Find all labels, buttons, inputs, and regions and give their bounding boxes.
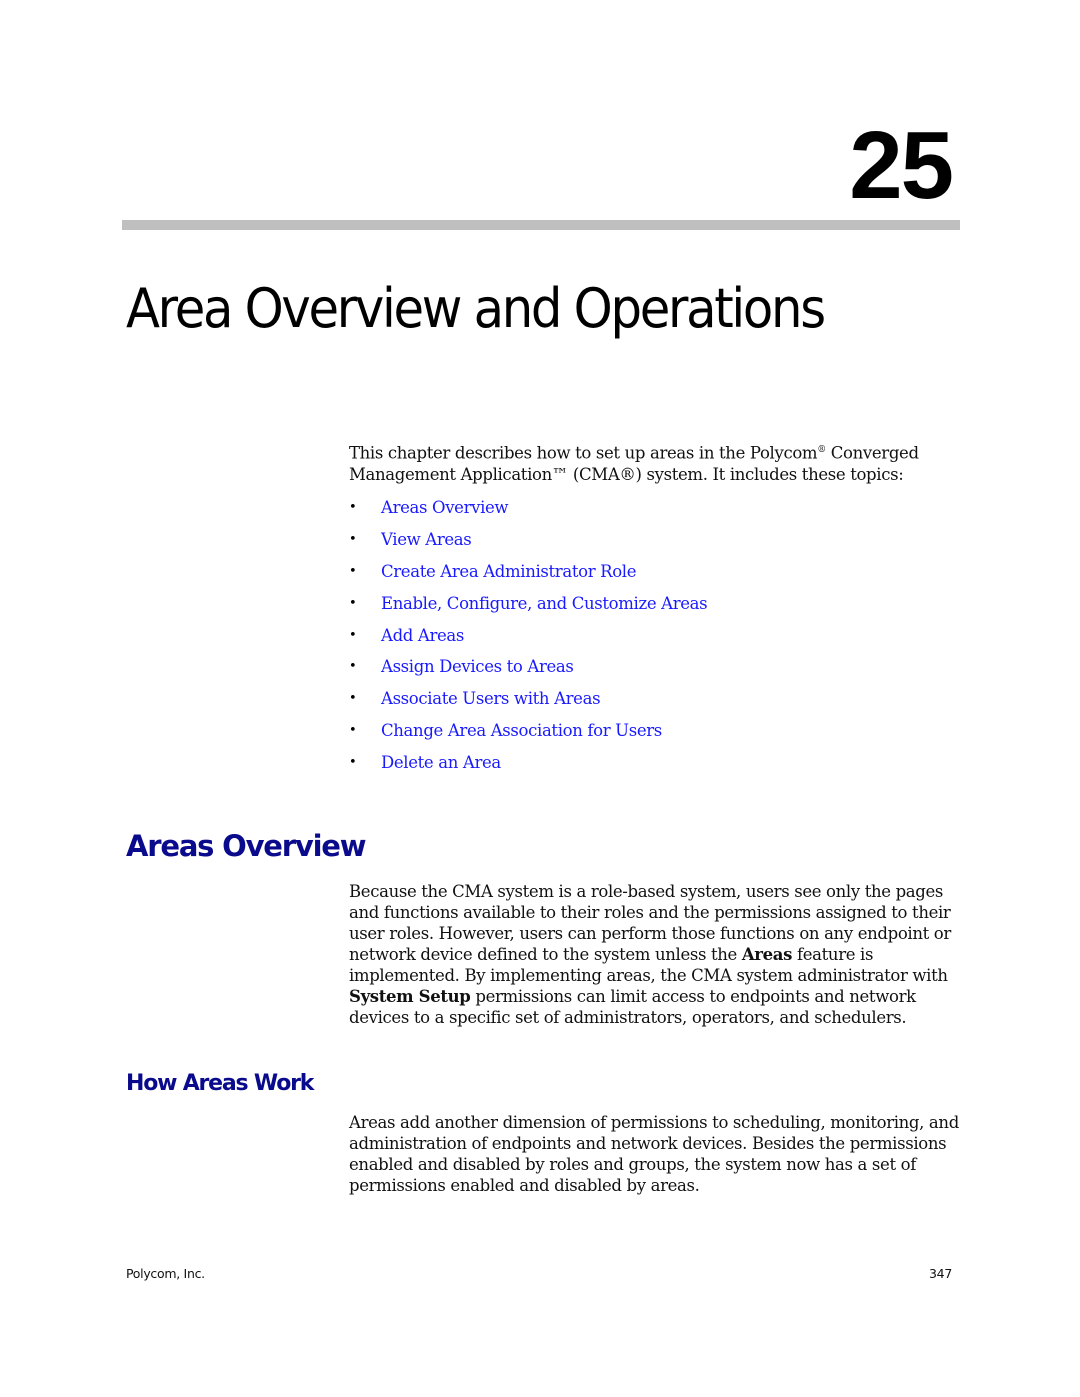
topic-link-areas-overview[interactable]: Areas Overview xyxy=(381,498,509,517)
footer-company: Polycom, Inc. xyxy=(126,1266,205,1281)
bullet-icon: • xyxy=(349,627,357,643)
how-areas-work-paragraph: Areas add another dimension of permissio… xyxy=(349,1112,959,1196)
how-areas-work-text: Areas add another dimension of permissio… xyxy=(349,1113,959,1195)
topic-link-create-area-admin-role[interactable]: Create Area Administrator Role xyxy=(381,562,636,581)
bullet-icon: • xyxy=(349,500,357,516)
topic-link-assign-devices[interactable]: Assign Devices to Areas xyxy=(381,657,574,676)
registered-mark: ® xyxy=(817,445,826,455)
areas-overview-paragraph: Because the CMA system is a role-based s… xyxy=(349,881,959,1028)
bold-term-areas: Areas xyxy=(741,945,793,964)
bullet-icon: • xyxy=(349,754,357,770)
topic-link-add-areas[interactable]: Add Areas xyxy=(381,626,464,645)
topic-item: • Enable, Configure, and Customize Areas xyxy=(349,587,708,619)
topic-link-view-areas[interactable]: View Areas xyxy=(381,530,472,549)
topic-item: • Associate Users with Areas xyxy=(349,683,707,715)
topic-item: • Assign Devices to Areas xyxy=(349,651,707,683)
footer-page-number: 347 xyxy=(929,1266,952,1281)
bullet-icon: • xyxy=(349,595,357,611)
topic-item: • Change Area Association for Users xyxy=(349,715,707,747)
topic-item: • View Areas xyxy=(349,524,707,556)
bullet-icon: • xyxy=(349,722,357,738)
chapter-number: 25 xyxy=(849,112,954,219)
bullet-icon: • xyxy=(349,659,357,675)
chapter-rule-divider xyxy=(122,220,960,230)
topic-item: • Delete an Area xyxy=(349,746,707,778)
chapter-title: Area Overview and Operations xyxy=(126,277,826,341)
intro-text-part1: This chapter describes how to set up are… xyxy=(349,443,818,463)
topic-link-change-area-association[interactable]: Change Area Association for Users xyxy=(381,721,662,740)
topic-link-enable-configure-customize[interactable]: Enable, Configure, and Customize Areas xyxy=(381,594,708,613)
topic-item: • Add Areas xyxy=(349,619,707,651)
section-heading-how-areas-work: How Areas Work xyxy=(126,1071,314,1096)
intro-paragraph: This chapter describes how to set up are… xyxy=(349,440,949,485)
section-heading-areas-overview: Areas Overview xyxy=(126,829,367,863)
bullet-icon: • xyxy=(349,691,357,707)
bullet-icon: • xyxy=(349,532,357,548)
bullet-icon: • xyxy=(349,563,357,579)
document-page: 25 Area Overview and Operations This cha… xyxy=(0,0,1080,1397)
topic-link-delete-area[interactable]: Delete an Area xyxy=(381,753,501,772)
bold-term-system-setup: System Setup xyxy=(349,987,471,1006)
topic-item: • Create Area Administrator Role xyxy=(349,556,707,588)
topic-item: • Areas Overview xyxy=(349,492,707,524)
topic-list: • Areas Overview • View Areas • Create Area… xyxy=(349,492,708,778)
topic-link-associate-users[interactable]: Associate Users with Areas xyxy=(381,689,601,708)
